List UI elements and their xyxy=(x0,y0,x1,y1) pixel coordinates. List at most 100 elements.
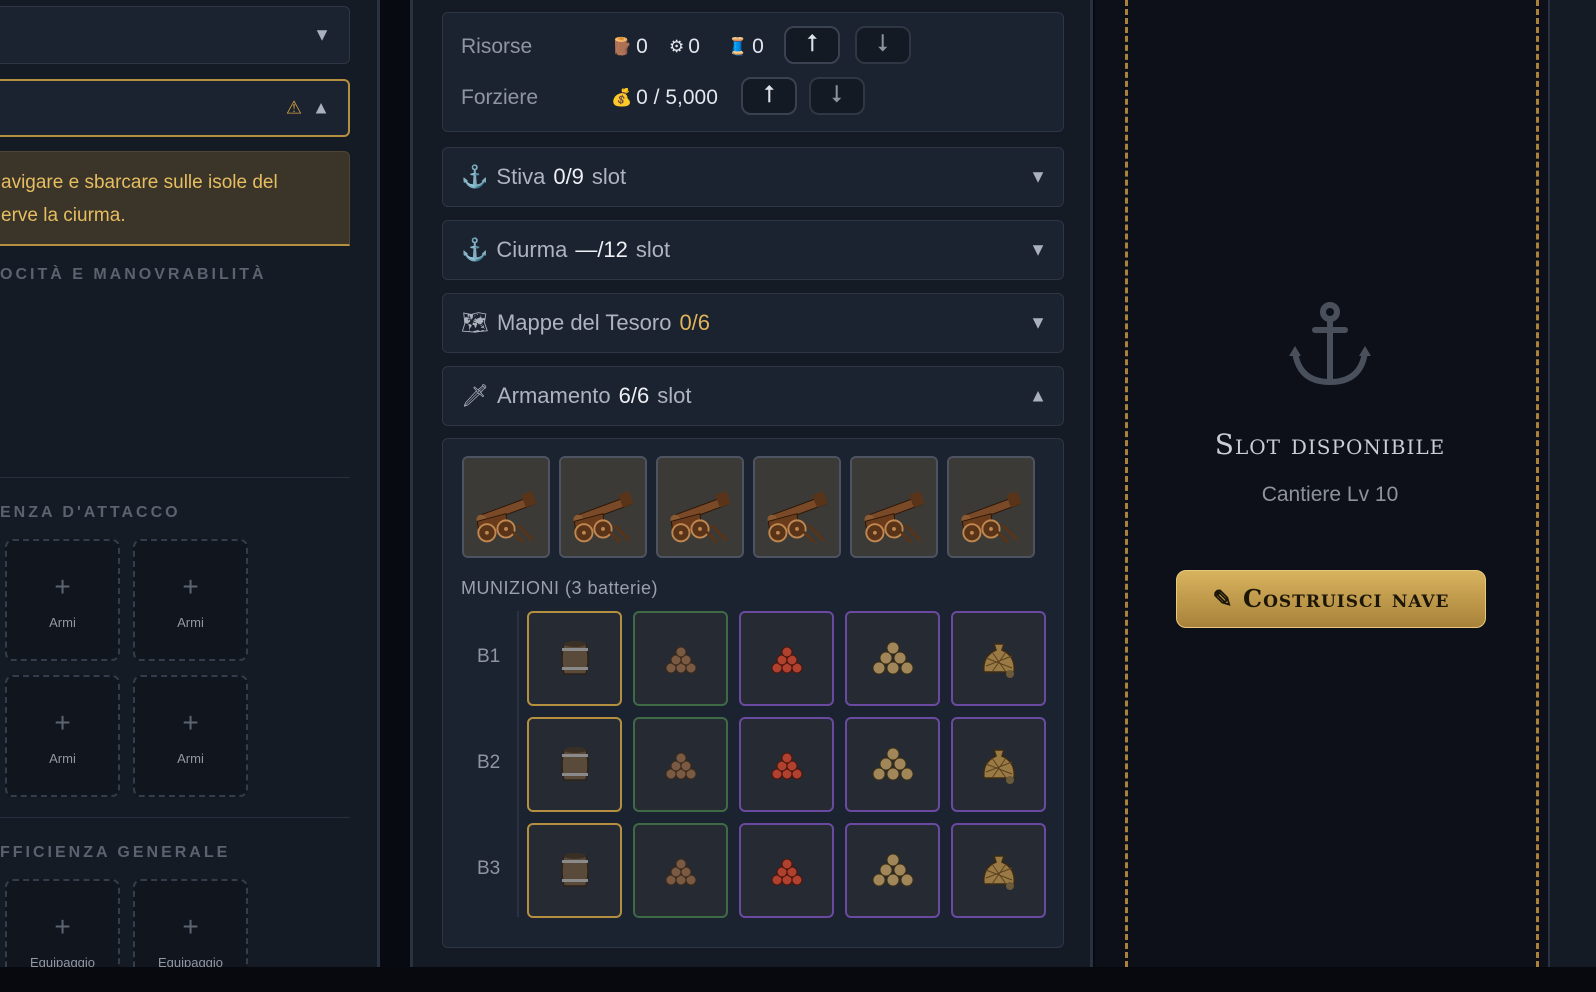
cannon-slot[interactable] xyxy=(462,456,550,558)
cannon-icon xyxy=(464,458,548,556)
ammo-slot-red-balls[interactable] xyxy=(739,717,834,812)
ammo-slot-bronze-balls[interactable] xyxy=(845,611,940,706)
hold-count: 0/9 xyxy=(553,164,584,189)
barrel-icon xyxy=(552,742,598,788)
thread-spool-icon: 🧵 xyxy=(727,37,749,56)
anchor-icon: ⚓ xyxy=(461,237,489,262)
weapon-slot[interactable]: + Armi xyxy=(5,539,120,661)
cannonballs-icon xyxy=(658,636,704,682)
slot-label: Armi xyxy=(49,751,76,766)
crew-label: Ciurma xyxy=(496,237,568,262)
red-cannonballs-icon xyxy=(764,848,810,894)
hold-title: ⚓ Stiva 0/9 slot xyxy=(461,164,626,190)
wood-stat: 🪵 0 xyxy=(611,35,648,59)
bronze-cannonballs-icon xyxy=(870,742,916,788)
cannon-slot[interactable] xyxy=(753,456,841,558)
barrel-icon xyxy=(552,848,598,894)
ship-inventory-panel: Risorse 🪵 0 ⚙ 0 🧵 0 ⭡ ⭣ Forziere 💰 0 / 5… xyxy=(410,0,1093,967)
armament-label: Armamento xyxy=(496,383,611,408)
chest-stat: 💰 0 / 5,000 xyxy=(611,86,718,110)
grape-shot-sack-icon xyxy=(976,636,1022,682)
plus-icon: + xyxy=(54,571,71,602)
chevron-down-icon: ▼ xyxy=(1029,166,1047,187)
gear-stat: ⚙ 0 xyxy=(669,35,700,59)
cannon-slot[interactable] xyxy=(850,456,938,558)
plus-icon: + xyxy=(182,707,199,738)
expanded-dropdown-warning[interactable]: ⚠ ▲ xyxy=(0,79,350,137)
ammo-slot-red-balls[interactable] xyxy=(739,611,834,706)
battery-label: B2 xyxy=(477,752,501,773)
maps-title: 🗺 Mappe del Tesoro 0/6 xyxy=(461,310,710,336)
shipyard-level-label: Cantiere Lv 10 xyxy=(1261,483,1399,506)
divider xyxy=(0,477,350,478)
ammo-slot-iron-balls[interactable] xyxy=(633,717,728,812)
ammo-slot-bronze-balls[interactable] xyxy=(845,823,940,918)
gear-icon: ⚙ xyxy=(669,37,685,56)
cannon-icon xyxy=(852,458,936,556)
crew-accordion[interactable]: ⚓ Ciurma —/12 slot ▼ xyxy=(442,220,1064,280)
cannon-slot[interactable] xyxy=(559,456,647,558)
cannon-slot[interactable] xyxy=(947,456,1035,558)
ammo-slot-bronze-balls[interactable] xyxy=(845,717,940,812)
red-cannonballs-icon xyxy=(764,636,810,682)
armament-count: 6/6 xyxy=(618,383,650,408)
withdraw-gold-button[interactable]: ⭣ xyxy=(809,77,865,115)
ammo-slot-iron-balls[interactable] xyxy=(633,823,728,918)
weapon-slot[interactable]: + Armi xyxy=(133,539,248,661)
grape-shot-sack-icon xyxy=(976,848,1022,894)
ammo-slot-red-balls[interactable] xyxy=(739,823,834,918)
section-header-speed: OCITÀ E MANOVRABILITÀ xyxy=(0,266,267,283)
chevron-down-icon: ▼ xyxy=(1029,239,1047,260)
gear-value: 0 xyxy=(688,35,700,58)
withdraw-resources-button[interactable]: ⭣ xyxy=(855,26,911,64)
deposit-resources-button[interactable]: ⭡ xyxy=(784,26,840,64)
ship-config-panel: ▼ ⚠ ▲ avigare e sbarcare sulle isole del… xyxy=(0,0,380,967)
collapsed-dropdown[interactable]: ▼ xyxy=(0,6,350,64)
crew-unit: slot xyxy=(635,237,671,262)
ammo-heading: MUNIZIONI (3 batterie) xyxy=(461,578,659,598)
battery-label: B1 xyxy=(477,646,501,667)
battery-label: B3 xyxy=(477,858,501,879)
equipment-slot[interactable]: + Equipaggio xyxy=(5,879,120,967)
cannon-slot[interactable] xyxy=(656,456,744,558)
info-text-line: erve la ciurma. xyxy=(1,205,126,226)
ammo-slot-grape-shot[interactable] xyxy=(951,823,1046,918)
barrel-icon xyxy=(552,636,598,682)
armament-content: MUNIZIONI (3 batterie) B1 B2 B3 xyxy=(442,438,1064,948)
ammo-slot-powder-barrel[interactable] xyxy=(527,611,622,706)
ammo-slot-iron-balls[interactable] xyxy=(633,611,728,706)
cannonballs-icon xyxy=(658,742,704,788)
bronze-cannonballs-icon xyxy=(870,848,916,894)
equipment-slot[interactable]: + Equipaggio xyxy=(133,879,248,967)
ammo-slot-powder-barrel[interactable] xyxy=(527,717,622,812)
bottom-bar xyxy=(0,967,1596,992)
cannon-icon xyxy=(949,458,1033,556)
weapon-slot[interactable]: + Armi xyxy=(5,675,120,797)
deposit-gold-button[interactable]: ⭡ xyxy=(741,77,797,115)
ammo-slot-grape-shot[interactable] xyxy=(951,717,1046,812)
armament-accordion[interactable]: 🗡 Armamento 6/6 slot ▲ xyxy=(442,366,1064,426)
crew-title: ⚓ Ciurma —/12 slot xyxy=(461,237,670,263)
wood-value: 0 xyxy=(636,35,648,58)
chevron-up-icon: ▲ xyxy=(1029,385,1047,406)
right-edge-panel xyxy=(1548,0,1596,967)
chevron-down-icon: ▼ xyxy=(313,24,331,45)
grape-shot-sack-icon xyxy=(976,742,1022,788)
treasure-maps-accordion[interactable]: 🗺 Mappe del Tesoro 0/6 ▼ xyxy=(442,293,1064,353)
slot-label: Armi xyxy=(177,615,204,630)
plus-icon: + xyxy=(182,911,199,942)
hold-accordion[interactable]: ⚓ Stiva 0/9 slot ▼ xyxy=(442,147,1064,207)
chest-label: Forziere xyxy=(461,86,539,109)
ammo-slot-powder-barrel[interactable] xyxy=(527,823,622,918)
anchor-icon xyxy=(1289,302,1371,386)
weapon-slot[interactable]: + Armi xyxy=(133,675,248,797)
chest-value: 0 / 5,000 xyxy=(636,86,718,109)
crew-count: —/12 xyxy=(575,237,628,262)
ammo-slot-grape-shot[interactable] xyxy=(951,611,1046,706)
section-header-attack: ENZA D'ATTACCO xyxy=(0,504,181,521)
slot-available-title: Slot disponibile xyxy=(1214,428,1446,461)
divider xyxy=(0,817,350,818)
build-ship-button[interactable]: ✎ Costruisci nave xyxy=(1176,570,1486,628)
plus-icon: + xyxy=(182,571,199,602)
chevron-up-icon: ▲ xyxy=(312,97,330,118)
